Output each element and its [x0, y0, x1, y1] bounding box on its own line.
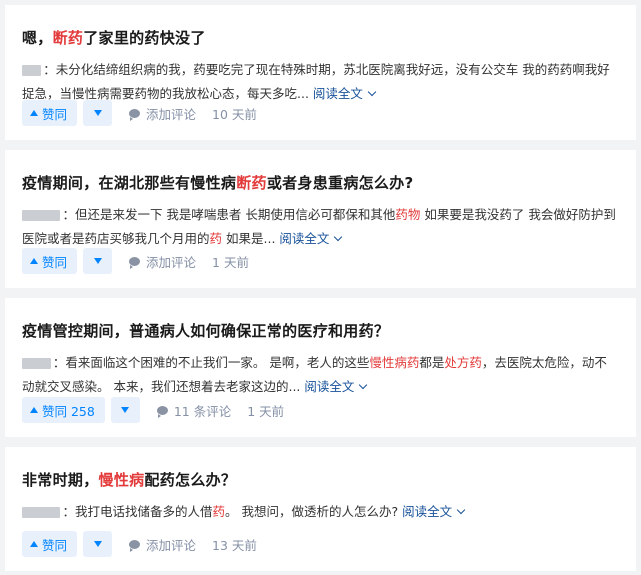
comment-bubble-icon [156, 405, 168, 418]
action-bar: 赞同 添加评论 1 天前 [22, 248, 249, 274]
title-text: 非常时期， [22, 471, 99, 489]
excerpt-highlight: 处方药 [444, 355, 482, 370]
upvote-label: 赞同 [42, 106, 68, 122]
downvote-button[interactable] [83, 531, 113, 557]
upvote-button[interactable]: 赞同 258 [22, 397, 105, 423]
result-excerpt[interactable]: ▇▇▇：看来面临这个困难的不止我们一家。 是啊，老人的这些慢性病药都是处方药，去… [22, 351, 619, 399]
triangle-up-icon [30, 258, 38, 264]
chevron-down-icon [456, 505, 466, 515]
comment-button[interactable]: 11 条评论 [156, 401, 232, 420]
upvote-label: 赞同 [42, 254, 68, 270]
timestamp: 1 天前 [212, 254, 249, 270]
title-highlight: 慢性病 [98, 471, 145, 489]
excerpt-text: 如果是... [222, 231, 276, 246]
result-excerpt[interactable]: ▇▇▇▇：我打电话找储备多的人借药。 我想问，做透析的人怎么办? 阅读全文 [22, 500, 619, 524]
result-title[interactable]: 疫情管控期间，普通病人如何确保正常的医疗和用药？ [22, 320, 389, 341]
author-name-blurred: ▇▇▇▇ [22, 210, 61, 221]
chevron-down-icon [359, 380, 368, 390]
triangle-up-icon [30, 110, 38, 116]
read-more-label: 阅读全文 [279, 231, 330, 246]
result-title[interactable]: 非常时期，慢性病配药怎么办？ [22, 469, 236, 490]
comment-button[interactable]: 添加评论 [129, 535, 196, 554]
comment-label: 添加评论 [146, 106, 197, 122]
downvote-button[interactable] [83, 100, 113, 126]
title-text: 或者身患重病怎么办? [266, 174, 414, 192]
title-text: 配药怎么办？ [144, 471, 237, 489]
upvote-button[interactable]: 赞同 [22, 248, 78, 274]
chevron-down-icon [367, 87, 377, 97]
action-bar: 赞同 添加评论 10 天前 [22, 100, 257, 126]
result-excerpt[interactable]: ▇▇：未分化结缔组织病的我，药要吃完了现在特殊时期，苏北医院离我好远，没有公交车… [22, 58, 619, 106]
upvote-label: 赞同 258 [42, 403, 95, 419]
read-more-label: 阅读全文 [312, 86, 363, 101]
read-more-link[interactable]: 阅读全文 [402, 504, 466, 519]
excerpt-text: ：我打电话找储备多的人借 [62, 504, 213, 519]
excerpt-highlight: 药物 [395, 207, 421, 222]
author-name-blurred: ▇▇▇ [22, 358, 51, 369]
timestamp: 10 天前 [212, 106, 257, 122]
comment-label: 添加评论 [146, 254, 197, 270]
excerpt-text: 。 我想问，做透析的人怎么办? [224, 504, 399, 519]
author-name-blurred: ▇▇▇▇ [22, 507, 61, 518]
comment-bubble-icon [129, 539, 141, 552]
comment-label: 添加评论 [146, 537, 197, 553]
excerpt-highlight: 药 [209, 231, 223, 246]
comment-button[interactable]: 添加评论 [129, 104, 196, 123]
comment-bubble-icon [129, 108, 141, 121]
timestamp: 13 天前 [212, 537, 257, 553]
read-more-label: 阅读全文 [402, 504, 453, 519]
excerpt-text: ：看来面临这个困难的不止我们一家。 是啊，老人的这些 [52, 355, 370, 370]
read-more-link[interactable]: 阅读全文 [312, 86, 377, 101]
read-more-link[interactable]: 阅读全文 [279, 231, 343, 246]
title-highlight: 断药 [52, 29, 84, 47]
title-text: 疫情期间，在湖北那些有慢性病 [22, 174, 237, 192]
result-title[interactable]: 疫情期间，在湖北那些有慢性病断药或者身患重病怎么办? [22, 172, 414, 193]
action-bar: 赞同 添加评论 13 天前 [22, 531, 257, 557]
triangle-down-icon [121, 407, 130, 413]
comment-label: 11 条评论 [173, 403, 232, 419]
downvote-button[interactable] [110, 397, 140, 423]
excerpt-highlight: 慢性病药 [369, 355, 420, 370]
upvote-button[interactable]: 赞同 [22, 100, 78, 126]
search-result-card: 疫情期间，在湖北那些有慢性病断药或者身患重病怎么办? ▇▇▇▇：但还是来发一下 … [5, 150, 636, 288]
comment-button[interactable]: 添加评论 [129, 252, 196, 271]
read-more-label: 阅读全文 [304, 379, 355, 394]
downvote-button[interactable] [83, 248, 113, 274]
chevron-down-icon [334, 232, 343, 242]
title-highlight: 断药 [236, 174, 267, 192]
search-result-card: 疫情管控期间，普通病人如何确保正常的医疗和用药？ ▇▇▇：看来面临这个困难的不止… [5, 298, 636, 437]
excerpt-highlight: 药 [212, 504, 225, 519]
triangle-down-icon [93, 110, 102, 116]
triangle-down-icon [93, 541, 102, 547]
triangle-up-icon [30, 407, 38, 413]
search-result-card: 非常时期，慢性病配药怎么办？ ▇▇▇▇：我打电话找储备多的人借药。 我想问，做透… [5, 447, 636, 571]
author-name-blurred: ▇▇ [22, 65, 42, 76]
result-title[interactable]: 嗯，断药了家里的药快没了 [22, 27, 206, 48]
comment-bubble-icon [129, 256, 141, 269]
triangle-down-icon [93, 258, 102, 264]
title-text: 嗯， [22, 29, 53, 47]
action-bar: 赞同 258 11 条评论 1 天前 [22, 397, 284, 423]
upvote-button[interactable]: 赞同 [22, 531, 78, 557]
excerpt-text: ：但还是来发一下 我是哮喘患者 长期使用信必可都保和其他 [62, 207, 396, 222]
search-result-card: 嗯，断药了家里的药快没了 ▇▇：未分化结缔组织病的我，药要吃完了现在特殊时期，苏… [5, 5, 636, 140]
result-excerpt[interactable]: ▇▇▇▇：但还是来发一下 我是哮喘患者 长期使用信必可都保和其他药物 如果要是我… [22, 203, 619, 251]
timestamp: 1 天前 [247, 403, 285, 419]
title-text: 了家里的药快没了 [83, 29, 206, 47]
read-more-link[interactable]: 阅读全文 [304, 379, 368, 394]
title-text: 疫情管控期间，普通病人如何确保正常的医疗和用药？ [22, 322, 390, 340]
upvote-label: 赞同 [42, 537, 68, 553]
excerpt-text: 都是 [419, 355, 445, 370]
triangle-up-icon [30, 541, 38, 547]
